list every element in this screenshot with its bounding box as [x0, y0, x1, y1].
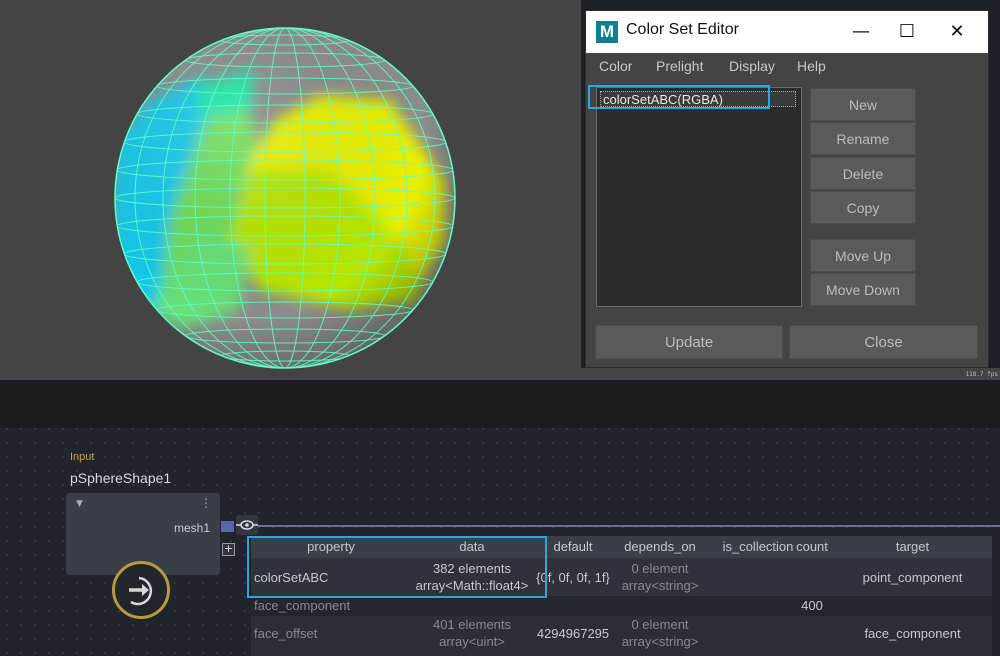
minimize-button[interactable]: — — [838, 11, 884, 53]
cell-depends-type: array<string> — [621, 578, 699, 593]
table-row[interactable] — [251, 596, 992, 616]
collapse-triangle-icon[interactable]: ▼ — [76, 499, 83, 509]
menu-color[interactable]: Color — [599, 58, 632, 74]
cell-target: point_component — [862, 570, 963, 585]
list-item-highlight — [588, 85, 770, 109]
new-button[interactable]: New — [810, 88, 916, 121]
menu-display[interactable]: Display — [729, 58, 775, 74]
table-highlight — [247, 536, 547, 598]
cell-default: 4294967295 — [536, 626, 610, 641]
rename-button[interactable]: Rename — [810, 122, 916, 155]
cell-depends-count: 0 element — [631, 617, 689, 632]
update-button[interactable]: Update — [595, 325, 783, 359]
cell-count: 400 — [801, 598, 823, 613]
cell-property: face_offset — [254, 626, 318, 641]
port-label: mesh1 — [174, 521, 211, 535]
arrow-glyph — [129, 576, 153, 606]
cell-target: face_component — [864, 626, 961, 641]
delete-button[interactable]: Delete — [810, 157, 916, 190]
cell-data-type: array<uint> — [439, 634, 505, 649]
color-set-editor-window: M Color Set Editor — ☐ ✕ Color Prelight … — [585, 10, 989, 368]
eye-icon[interactable] — [236, 515, 258, 535]
cell-data-count: 401 elements — [432, 617, 512, 632]
color-set-list[interactable]: colorSetABC(RGBA) — [596, 87, 802, 307]
menu-help[interactable]: Help — [797, 58, 826, 74]
viewport-strip — [581, 368, 1000, 380]
viewport-3d[interactable] — [0, 0, 581, 380]
eye-glyph — [236, 520, 258, 530]
cell-depends-type: array<string> — [621, 634, 699, 649]
fps-readout: 118.7 fps — [965, 371, 998, 378]
plus-icon[interactable]: + — [222, 543, 235, 556]
kebab-menu-icon[interactable]: ⋮ — [200, 497, 212, 509]
close-window-button[interactable]: ✕ — [934, 11, 980, 53]
col-count[interactable]: count — [791, 539, 833, 554]
connection-wire — [258, 525, 1000, 527]
maya-logo-icon: M — [596, 21, 618, 43]
move-down-button[interactable]: Move Down — [810, 273, 916, 306]
cell-depends-count: 0 element — [631, 561, 689, 576]
cell-property: face_component — [254, 598, 351, 613]
col-target[interactable]: target — [833, 539, 992, 554]
menu-prelight[interactable]: Prelight — [656, 58, 703, 74]
title-bar[interactable]: M Color Set Editor — ☐ ✕ — [586, 11, 988, 53]
col-depends-on[interactable]: depends_on — [613, 539, 707, 554]
menu-bar: Color Prelight Display Help — [586, 53, 988, 81]
node-category-label: Input — [70, 451, 95, 463]
window-title: Color Set Editor — [626, 21, 739, 38]
arrow-right-circle-icon[interactable] — [112, 561, 170, 619]
copy-button[interactable]: Copy — [810, 191, 916, 224]
move-up-button[interactable]: Move Up — [810, 239, 916, 272]
node-title: pSphereShape1 — [70, 470, 172, 486]
sphere-render — [114, 27, 456, 369]
output-port[interactable] — [221, 521, 234, 532]
maximize-button[interactable]: ☐ — [884, 11, 930, 53]
graph-toolbar-band — [0, 380, 1000, 428]
close-button[interactable]: Close — [789, 325, 978, 359]
